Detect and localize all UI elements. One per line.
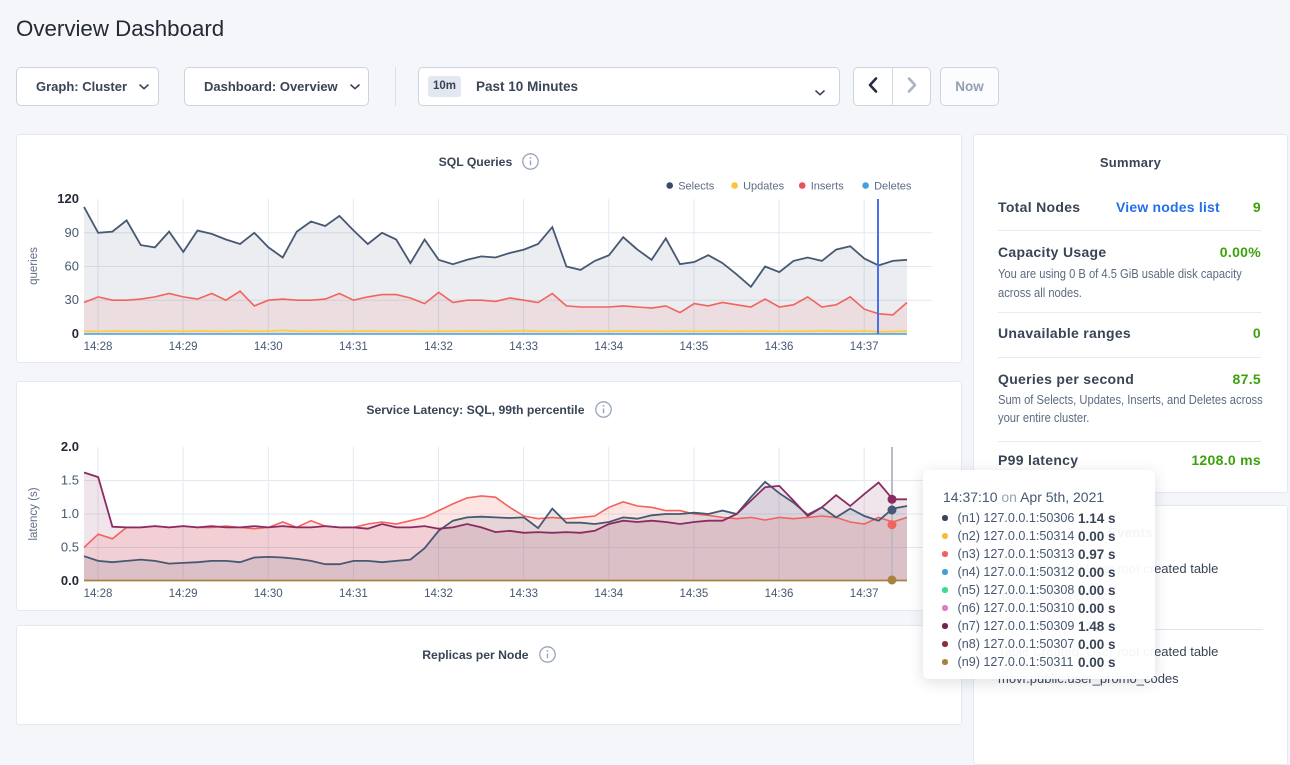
svg-text:14:28: 14:28 (84, 588, 113, 600)
svg-text:60: 60 (65, 259, 79, 274)
svg-text:14:29: 14:29 (169, 341, 198, 353)
svg-text:14:29: 14:29 (169, 588, 198, 600)
svg-text:14:30: 14:30 (254, 341, 283, 353)
svg-text:14:28: 14:28 (84, 341, 113, 353)
svg-text:latency (s): latency (s) (28, 487, 40, 540)
svg-text:Deletes: Deletes (874, 181, 912, 193)
svg-text:14:37: 14:37 (850, 341, 879, 353)
svg-text:14:34: 14:34 (594, 341, 623, 353)
svg-text:120: 120 (57, 191, 79, 206)
svg-text:14:35: 14:35 (680, 588, 709, 600)
svg-text:14:34: 14:34 (594, 588, 623, 600)
svg-text:14:35: 14:35 (680, 341, 709, 353)
svg-text:14:36: 14:36 (765, 341, 794, 353)
svg-text:0.5: 0.5 (61, 540, 79, 555)
svg-text:14:33: 14:33 (509, 341, 538, 353)
svg-text:1.5: 1.5 (61, 473, 79, 488)
svg-text:14:31: 14:31 (339, 588, 368, 600)
svg-text:queries: queries (28, 247, 40, 285)
svg-text:Selects: Selects (678, 181, 715, 193)
svg-text:0.0: 0.0 (61, 573, 79, 588)
svg-text:14:32: 14:32 (424, 588, 453, 600)
svg-text:Updates: Updates (743, 181, 784, 193)
svg-text:2.0: 2.0 (61, 439, 79, 454)
svg-text:30: 30 (65, 292, 79, 307)
svg-text:90: 90 (65, 225, 79, 240)
svg-text:Inserts: Inserts (811, 181, 845, 193)
svg-text:14:37: 14:37 (850, 588, 879, 600)
svg-text:14:33: 14:33 (509, 588, 538, 600)
svg-text:14:30: 14:30 (254, 588, 283, 600)
svg-text:1.0: 1.0 (61, 506, 79, 521)
svg-text:14:36: 14:36 (765, 588, 794, 600)
svg-text:14:31: 14:31 (339, 341, 368, 353)
svg-text:14:32: 14:32 (424, 341, 453, 353)
svg-text:0: 0 (72, 326, 79, 341)
